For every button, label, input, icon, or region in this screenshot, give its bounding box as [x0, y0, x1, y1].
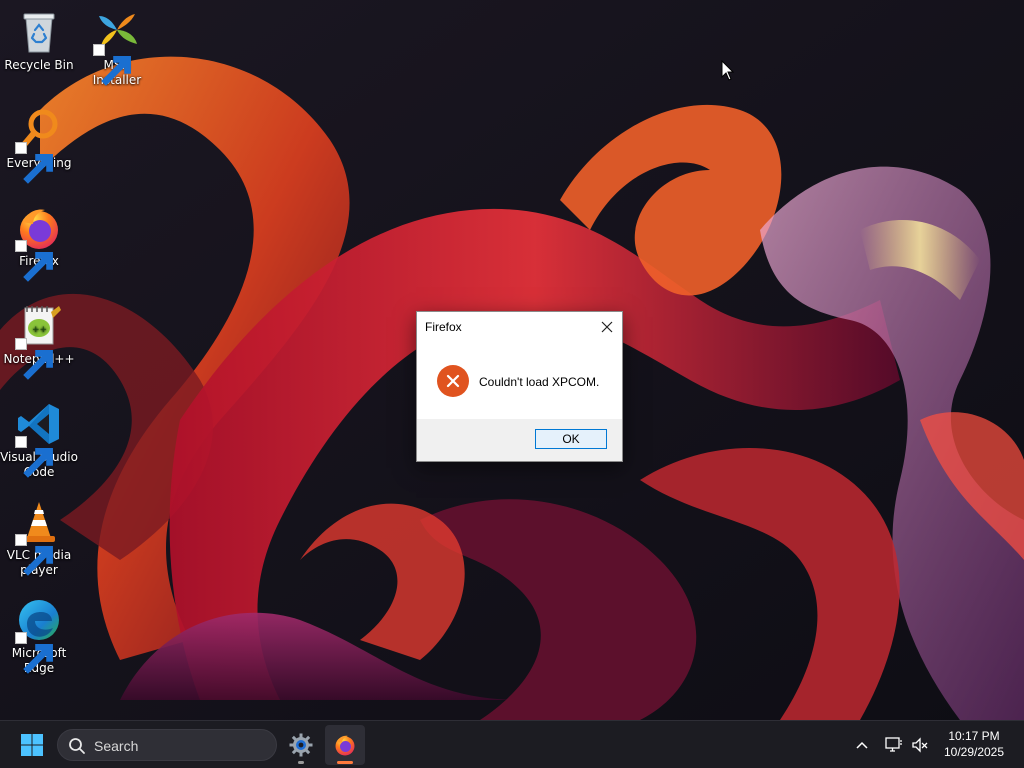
start-button[interactable]	[14, 730, 50, 760]
shortcut-arrow-icon	[15, 632, 53, 674]
desktop-icon-notepad-plus-plus[interactable]: ++ Notepad++	[0, 302, 78, 380]
windows-logo-icon	[21, 734, 43, 756]
running-indicator	[298, 761, 304, 764]
shortcut-arrow-icon	[15, 338, 53, 380]
error-dialog: Firefox Couldn't load XPCOM. OK	[416, 311, 623, 462]
monitor-network-icon	[885, 737, 902, 752]
taskbar-firefox-button[interactable]	[325, 725, 365, 765]
dialog-footer: OK	[417, 419, 622, 461]
desktop-icon-label: Recycle Bin	[4, 58, 74, 72]
firefox-icon	[335, 735, 355, 756]
network-tray-icon-button[interactable]	[884, 735, 904, 755]
desktop-icon-edge[interactable]: Microsoft Edge	[0, 596, 78, 676]
mouse-cursor-icon	[721, 60, 735, 81]
shortcut-arrow-icon	[93, 44, 131, 86]
taskbar-search-box[interactable]: Search	[57, 729, 277, 761]
search-icon	[69, 738, 85, 754]
error-icon	[437, 365, 469, 397]
desktop-icon-vlc[interactable]: VLC media player	[0, 498, 78, 578]
clock-time: 10:17 PM	[948, 729, 1000, 743]
desktop-icon-firefox[interactable]: Firefox	[0, 204, 78, 282]
dialog-body: Couldn't load XPCOM.	[417, 342, 622, 420]
ok-button[interactable]: OK	[535, 429, 607, 449]
volume-tray-button[interactable]	[910, 735, 930, 755]
show-hidden-icons-button[interactable]	[852, 735, 872, 755]
clock-date: 10/29/2025	[943, 745, 1005, 759]
taskbar-settings-button[interactable]	[281, 725, 321, 765]
settings-gear-icon	[289, 733, 313, 757]
taskbar: Search 10:17 PM 10/29/2025	[0, 720, 1024, 768]
svg-text:++: ++	[32, 325, 47, 335]
taskbar-clock[interactable]: 10:17 PM 10/29/2025	[934, 728, 1014, 760]
desktop-icon-msn-installer[interactable]: MSN Installer	[78, 8, 156, 88]
shortcut-arrow-icon	[15, 142, 53, 184]
dialog-title: Firefox	[425, 320, 462, 334]
shortcut-arrow-icon	[15, 436, 53, 478]
desktop-icon-vscode[interactable]: Visual Studio Code	[0, 400, 78, 480]
recycle-bin-icon	[23, 13, 55, 53]
search-label: Search	[94, 738, 139, 754]
shortcut-arrow-icon	[15, 240, 53, 282]
chevron-up-icon	[856, 741, 868, 749]
desktop-icon-everything[interactable]: Everything	[0, 106, 78, 184]
close-icon	[601, 321, 613, 332]
volume-muted-icon	[912, 737, 928, 753]
dialog-message: Couldn't load XPCOM.	[479, 375, 600, 389]
dialog-titlebar[interactable]: Firefox	[417, 312, 622, 342]
shortcut-arrow-icon	[15, 534, 53, 576]
desktop-icon-recycle-bin[interactable]: Recycle Bin	[0, 8, 78, 73]
active-indicator	[337, 761, 353, 764]
dialog-close-button[interactable]	[592, 312, 622, 341]
